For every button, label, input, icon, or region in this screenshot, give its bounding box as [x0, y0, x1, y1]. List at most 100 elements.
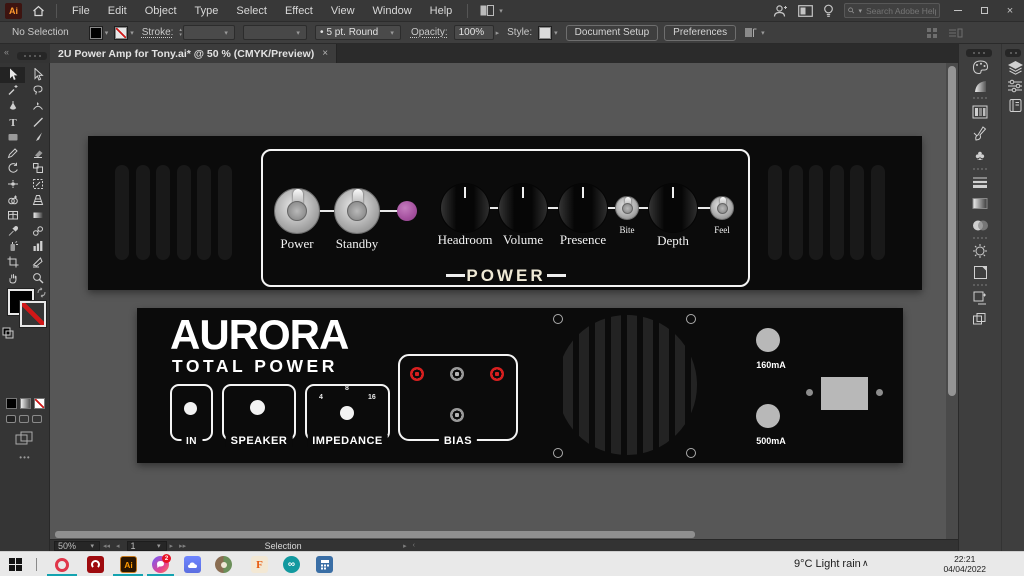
curvature-tool[interactable]: [25, 98, 50, 114]
stroke-weight-value[interactable]: ▾: [183, 25, 235, 40]
text-settings-icon[interactable]: ▾: [744, 27, 767, 39]
symbols-panel-icon[interactable]: ♣: [970, 145, 990, 165]
shape-builder-tool[interactable]: [0, 192, 25, 208]
color-guide-panel-icon[interactable]: [970, 76, 990, 96]
brand-tagline[interactable]: TOTAL POWER: [172, 356, 338, 377]
stroke-swatch[interactable]: [20, 301, 46, 327]
arduino-app-icon[interactable]: ∞: [283, 556, 300, 573]
vertical-scrollbar-thumb[interactable]: [948, 66, 956, 396]
eraser-tool[interactable]: [25, 145, 50, 161]
perspective-grid-tool[interactable]: [25, 192, 50, 208]
selection-tool[interactable]: [0, 67, 25, 83]
menu-file[interactable]: File: [63, 0, 99, 22]
lightbulb-icon[interactable]: [823, 4, 834, 18]
draw-behind-mode[interactable]: [19, 415, 29, 423]
home-icon[interactable]: [26, 0, 50, 22]
stroke-weight-stepper[interactable]: ▴▾: [179, 28, 182, 38]
artboards-panel-icon[interactable]: [970, 288, 990, 308]
first-artboard-icon[interactable]: ◂◂: [103, 542, 110, 550]
stroke-color-swatch[interactable]: [114, 26, 128, 40]
restore-button[interactable]: [976, 5, 992, 17]
screen-mode-icon[interactable]: [15, 431, 33, 445]
opacity-label[interactable]: Opacity:: [411, 27, 448, 38]
pen-tool[interactable]: [0, 98, 25, 114]
account-icon[interactable]: [773, 4, 788, 18]
line-segment-tool[interactable]: [25, 114, 50, 130]
power-section-label[interactable]: POWER: [456, 266, 556, 286]
menu-effect[interactable]: Effect: [276, 0, 322, 22]
rotate-tool[interactable]: [0, 161, 25, 177]
menu-type[interactable]: Type: [186, 0, 228, 22]
type-tool[interactable]: T: [0, 114, 25, 130]
search-input[interactable]: [866, 6, 936, 16]
close-button[interactable]: ×: [1002, 5, 1018, 17]
bite-toggle[interactable]: [615, 196, 639, 220]
input-jack[interactable]: [184, 402, 197, 415]
slice-tool[interactable]: [25, 254, 50, 270]
draw-normal-mode[interactable]: [6, 415, 16, 423]
menu-object[interactable]: Object: [136, 0, 186, 22]
fuse-holder-500[interactable]: [756, 404, 780, 428]
symbol-sprayer-tool[interactable]: [0, 239, 25, 255]
acrobat-app-icon[interactable]: [87, 556, 104, 573]
default-fill-stroke-icon[interactable]: [2, 327, 14, 339]
iec-power-inlet[interactable]: [821, 377, 868, 410]
power-led[interactable]: [397, 201, 417, 221]
draw-inside-mode[interactable]: [32, 415, 42, 423]
standby-switch[interactable]: [334, 188, 380, 234]
filezilla-app-icon[interactable]: F: [251, 556, 268, 573]
previous-artboard-icon[interactable]: ◂: [116, 542, 120, 550]
workspace-icon[interactable]: [798, 5, 813, 17]
standby-switch-label[interactable]: Standby: [312, 236, 402, 252]
none-button[interactable]: [34, 398, 45, 409]
grid-icon[interactable]: [926, 27, 938, 39]
dock-grip[interactable]: [1005, 49, 1021, 57]
chevron-down-icon[interactable]: ▾: [130, 29, 134, 37]
teamviewer-app-icon[interactable]: [215, 556, 232, 573]
stroke-panel-icon[interactable]: [970, 172, 990, 192]
chevron-down-icon[interactable]: ▾: [554, 29, 558, 37]
preferences-button[interactable]: Preferences: [664, 25, 736, 41]
feel-label[interactable]: Feel: [692, 225, 752, 235]
collapse-toolbar-icon[interactable]: «: [4, 47, 9, 57]
edit-toolbar-icon[interactable]: •••: [0, 453, 50, 462]
weather-status[interactable]: 9°C Light rain: [794, 558, 861, 570]
graphic-styles-panel-icon[interactable]: [970, 262, 990, 282]
swatches-panel-icon[interactable]: [970, 102, 990, 122]
artboard-tool[interactable]: [0, 254, 25, 270]
next-artboard-icon[interactable]: ▸: [170, 542, 174, 550]
clock[interactable]: 22:21 04/04/2022: [943, 554, 986, 574]
lasso-tool[interactable]: [25, 83, 50, 99]
document-setup-button[interactable]: Document Setup: [566, 25, 659, 41]
magic-wand-tool[interactable]: [0, 83, 25, 99]
opera-app-icon[interactable]: [53, 556, 70, 573]
status-collapse-icon[interactable]: ‹: [413, 542, 415, 549]
column-graph-tool[interactable]: [25, 239, 50, 255]
libraries-panel-icon[interactable]: [1005, 95, 1024, 115]
horizontal-scrollbar-thumb[interactable]: [55, 531, 695, 538]
tab-close-icon[interactable]: ×: [322, 48, 328, 59]
brush-definition[interactable]: • 5 pt. Round ▾: [315, 25, 401, 40]
speaker-jack[interactable]: [250, 400, 265, 415]
chevron-right-icon[interactable]: ▸: [496, 29, 500, 37]
bias-test-point-gray-bottom[interactable]: [450, 408, 464, 422]
gradient-button[interactable]: [20, 398, 31, 409]
style-swatch[interactable]: [538, 26, 552, 40]
shaper-tool[interactable]: [0, 145, 25, 161]
fill-color-swatch[interactable]: [89, 26, 103, 40]
artboard-number-select[interactable]: 1 ▾: [127, 541, 167, 551]
menu-edit[interactable]: Edit: [99, 0, 136, 22]
chevron-down-icon[interactable]: ▾: [105, 29, 109, 37]
opacity-value[interactable]: 100%: [454, 25, 494, 40]
feel-toggle[interactable]: [710, 196, 734, 220]
color-panel-icon[interactable]: [970, 57, 990, 77]
menu-view[interactable]: View: [322, 0, 364, 22]
appearance-panel-icon[interactable]: [970, 241, 990, 261]
impedance-selector[interactable]: [340, 406, 354, 420]
hand-tool[interactable]: [0, 270, 25, 286]
toolbar-grip[interactable]: [17, 52, 47, 60]
start-button[interactable]: [9, 558, 22, 571]
bias-test-point-gray-top[interactable]: [450, 367, 464, 381]
paintbrush-tool[interactable]: [25, 129, 50, 145]
variable-width-profile[interactable]: ▾: [243, 25, 307, 40]
